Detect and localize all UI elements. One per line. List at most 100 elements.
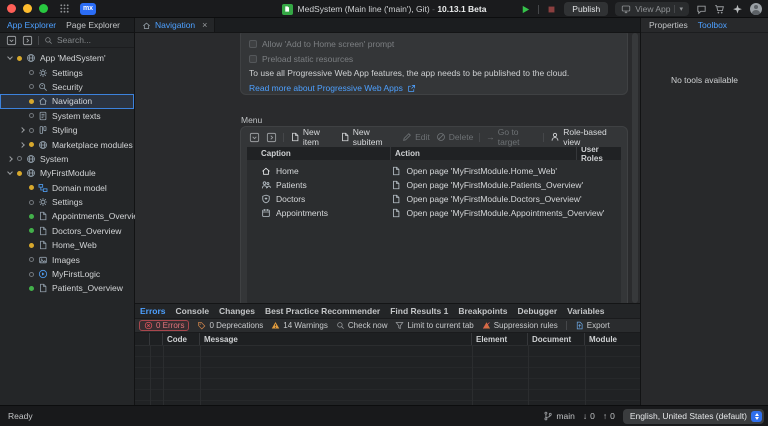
texts-icon	[38, 111, 48, 121]
home-icon	[261, 166, 271, 176]
pencil-icon	[402, 132, 412, 142]
export-icon	[575, 321, 584, 330]
tab-page-explorer[interactable]: Page Explorer	[66, 20, 120, 30]
incoming-commits[interactable]: ↓0	[583, 411, 595, 421]
tab-navigation[interactable]: Navigation ×	[135, 18, 215, 32]
status-ready: Ready	[8, 411, 33, 421]
view-app-button[interactable]: View App ▾	[615, 2, 689, 16]
new-item-button[interactable]: New item	[290, 127, 334, 147]
tab-breakpoints[interactable]: Breakpoints	[458, 306, 507, 316]
close-tab-icon[interactable]: ×	[202, 20, 207, 30]
minimize-window-button[interactable]	[23, 4, 32, 13]
close-window-button[interactable]	[7, 4, 16, 13]
tree-item-app-medsystem[interactable]: App 'MedSystem'	[0, 51, 134, 65]
tree-item-myfirstmodule[interactable]: MyFirstModule	[0, 166, 134, 180]
role-based-view-button[interactable]: Role-based view	[550, 127, 619, 147]
zoom-window-button[interactable]	[39, 4, 48, 13]
menu-row-doctors[interactable]: Doctors Open page 'MyFirstModule.Doctors…	[247, 192, 621, 206]
view-app-dropdown-arrow[interactable]: ▾	[674, 5, 683, 13]
collapse-all-icon[interactable]	[249, 132, 260, 143]
limit-to-current-tab-toggle[interactable]: Limit to current tab	[395, 321, 473, 330]
menu-row-patients[interactable]: Patients Open page 'MyFirstModule.Patien…	[247, 178, 621, 192]
feedback-chat-icon[interactable]	[696, 4, 707, 15]
tree-item-styling[interactable]: Styling	[0, 123, 134, 137]
tree-item-home-web[interactable]: Home_Web	[0, 238, 134, 252]
column-user-roles[interactable]: User Roles	[577, 147, 621, 160]
tab-variables[interactable]: Variables	[567, 306, 604, 316]
vertical-scrollbar[interactable]	[632, 33, 638, 303]
tree-item-security[interactable]: Security	[0, 80, 134, 94]
tab-console[interactable]: Console	[176, 306, 210, 316]
check-now-button[interactable]: Check now	[336, 321, 388, 330]
expand-all-icon[interactable]	[22, 35, 33, 46]
git-branch-indicator[interactable]: main	[543, 411, 574, 421]
sidebar: App Explorer Page Explorer Search... App…	[0, 18, 135, 405]
column-document[interactable]: Document	[528, 333, 585, 345]
tab-find-results-1[interactable]: Find Results 1	[390, 306, 448, 316]
app-window: mx MedSystem (Main line ('main'), Git) -…	[0, 0, 768, 426]
export-button[interactable]: Export	[575, 321, 610, 330]
tree-item-system-texts[interactable]: System texts	[0, 109, 134, 123]
tree-item-settings[interactable]: Settings	[0, 65, 134, 79]
delete-button[interactable]: Delete	[436, 132, 474, 142]
checkbox-add-to-home-screen[interactable]: Allow 'Add to Home screen' prompt	[249, 36, 619, 51]
tab-navigation-label: Navigation	[155, 20, 195, 30]
search-input[interactable]: Search...	[44, 35, 91, 45]
deprecations-filter[interactable]: 0 Deprecations	[197, 321, 263, 330]
new-subitem-button[interactable]: New subitem	[340, 127, 396, 147]
tree-item-images[interactable]: Images	[0, 252, 134, 266]
outgoing-commits[interactable]: ↑0	[603, 411, 615, 421]
edit-button[interactable]: Edit	[402, 132, 430, 142]
gear-icon	[38, 197, 48, 207]
shield-icon	[261, 194, 271, 204]
column-element[interactable]: Element	[472, 333, 528, 345]
errors-count-filter[interactable]: 0 Errors	[139, 320, 189, 331]
branch-name: main	[556, 411, 574, 421]
tab-app-explorer[interactable]: App Explorer	[7, 20, 56, 30]
tab-debugger[interactable]: Debugger	[517, 306, 557, 316]
column-code[interactable]: Code	[163, 333, 200, 345]
column-action[interactable]: Action	[391, 147, 577, 160]
column-caption[interactable]: Caption	[247, 147, 391, 160]
mendix-app-icon[interactable]: mx	[80, 3, 96, 15]
tree-item-appointments-overview[interactable]: Appointments_Overview	[0, 209, 134, 223]
tree-item-patients-overview[interactable]: Patients_Overview	[0, 281, 134, 295]
tree-item-doctors-overview[interactable]: Doctors_Overview	[0, 224, 134, 238]
ai-sparkle-icon[interactable]	[732, 4, 743, 15]
column-module[interactable]: Module	[585, 333, 640, 345]
run-button[interactable]	[520, 4, 531, 15]
language-selector[interactable]: English, United States (default)	[623, 409, 764, 424]
tab-changes[interactable]: Changes	[219, 306, 255, 316]
tab-errors[interactable]: Errors	[140, 306, 166, 316]
tree-item-system[interactable]: System	[0, 152, 134, 166]
page-icon	[391, 194, 401, 204]
warnings-filter[interactable]: 14 Warnings	[271, 321, 328, 330]
publish-button[interactable]: Publish	[564, 2, 608, 16]
user-avatar[interactable]	[750, 3, 762, 15]
checkbox-preload-static-resources[interactable]: Preload static resources	[249, 51, 619, 66]
suppression-rules-button[interactable]: Suppression rules	[482, 321, 558, 330]
app-grid-icon[interactable]	[59, 3, 70, 14]
tree-item-domain-model[interactable]: Domain model	[0, 181, 134, 195]
stop-button[interactable]	[546, 4, 557, 15]
tab-best-practice-recommender[interactable]: Best Practice Recommender	[265, 306, 380, 316]
page-icon	[38, 240, 48, 250]
menu-row-appointments[interactable]: Appointments Open page 'MyFirstModule.Ap…	[247, 206, 621, 220]
tree-item-marketplace-modules[interactable]: Marketplace modules	[0, 137, 134, 151]
tree-item-navigation[interactable]: Navigation	[0, 94, 134, 108]
go-to-target-button[interactable]: →Go to target	[486, 127, 537, 147]
arrow-right-icon: →	[486, 132, 495, 142]
toolbox-empty-message: No tools available	[641, 75, 768, 85]
marketplace-cart-icon[interactable]	[714, 4, 725, 15]
tree-item-myfirstlogic[interactable]: MyFirstLogic	[0, 267, 134, 281]
domain-model-icon	[38, 183, 48, 193]
tree-item-module-settings[interactable]: Settings	[0, 195, 134, 209]
tab-properties[interactable]: Properties	[649, 20, 688, 30]
tab-toolbox[interactable]: Toolbox	[698, 20, 727, 30]
menu-row-home[interactable]: Home Open page 'MyFirstModule.Home_Web'	[247, 164, 621, 178]
pwa-read-more-link[interactable]: Read more about Progressive Web Apps	[249, 83, 619, 93]
expand-all-icon[interactable]	[266, 132, 277, 143]
collapse-all-icon[interactable]	[6, 35, 17, 46]
security-icon	[38, 82, 48, 92]
column-message[interactable]: Message	[200, 333, 472, 345]
